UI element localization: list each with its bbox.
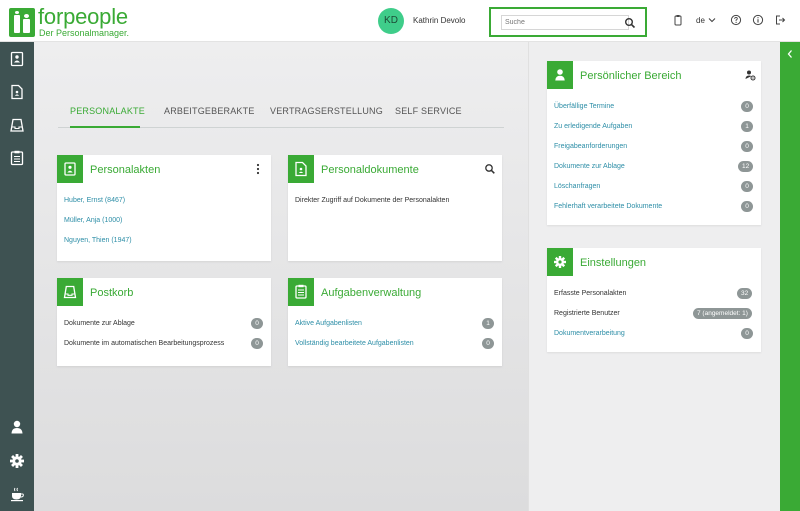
document-icon[interactable] [8,83,26,101]
tab-self-service[interactable]: SELF SERVICE [395,106,462,128]
count-badge: 1 [741,121,753,132]
personnel-record-link[interactable]: Nguyen, Thien (1947) [64,237,132,244]
personal-area-item[interactable]: Zu erledigende Aufgaben [554,123,632,130]
settings-card: Einstellungen Erfasste Personalakten 32 … [547,248,761,352]
card-title: Aufgabenverwaltung [321,287,422,299]
sidebar [0,42,34,511]
gear-icon[interactable] [8,452,26,470]
personal-area-item[interactable]: Löschanfragen [554,183,600,190]
card-header: Personalakten [57,155,271,183]
personnel-file-icon[interactable] [8,50,26,68]
avatar[interactable]: KD [378,8,404,34]
card-header: Personaldokumente [288,155,502,183]
personal-area-item[interactable]: Überfällige Termine [554,103,614,110]
card-title: Personalakten [90,164,161,176]
list-item-label[interactable]: Dokumente zur Ablage [64,320,135,327]
brand-tagline: Der Personalmanager. [39,28,130,38]
personnel-file-icon [57,155,83,183]
header: forpeople Der Personalmanager. KD Kathri… [0,0,800,42]
inbox-icon [57,278,83,306]
count-badge: 0 [741,141,753,152]
info-icon[interactable] [752,14,764,26]
settings-item: Registrierte Benutzer [554,310,620,317]
list-item-label[interactable]: Dokumente im automatischen Bearbeitungsp… [64,340,224,347]
main-content: PERSONALAKTE ARBEITGEBERAKTE VERTRAGSERS… [34,42,528,511]
count-badge: 0 [741,181,753,192]
help-icon[interactable] [730,14,742,26]
app-window: forpeople Der Personalmanager. KD Kathri… [0,0,800,511]
personal-area-item[interactable]: Freigabeanforderungen [554,143,627,150]
count-badge: 0 [251,338,263,349]
brand-name: forpeople [38,4,128,29]
card-header: Persönlicher Bereich [547,61,761,89]
card-header: Einstellungen [547,248,761,276]
language-selector[interactable]: de [696,16,705,25]
card-title: Postkorb [90,287,134,299]
search-icon[interactable] [624,17,636,29]
tab-vertragserstellung[interactable]: VERTRAGSERSTELLUNG [270,106,383,128]
clipboard-icon[interactable] [672,14,684,26]
chevron-down-icon[interactable] [707,15,719,27]
gear-icon [547,248,573,276]
personnel-record-link[interactable]: Huber, Ernst (8467) [64,197,125,204]
right-panel: Persönlicher Bereich Überfällige Termine… [528,42,780,511]
count-badge: 32 [737,288,753,299]
more-options-icon[interactable] [253,163,263,175]
search-icon[interactable] [484,163,496,175]
count-badge: 7 (angemeldet: 1) [693,308,752,319]
card-title: Persönlicher Bereich [580,70,682,82]
card-description: Direkter Zugriff auf Dokumente der Perso… [295,197,450,204]
count-badge: 0 [251,318,263,329]
inbox-icon[interactable] [8,116,26,134]
personaldokumente-card: Personaldokumente Direkter Zugriff auf D… [288,155,502,261]
settings-item: Erfasste Personalakten [554,290,627,297]
count-badge: 0 [741,201,753,212]
tab-arbeitgeberakte[interactable]: ARBEITGEBERAKTE [164,106,255,128]
card-title: Einstellungen [580,257,647,269]
task-list-icon [288,278,314,306]
panel-toggle-strip[interactable] [780,42,800,511]
personal-area-item[interactable]: Fehlerhaft verarbeitete Dokumente [554,203,662,210]
logo-mark-icon [9,8,35,37]
count-badge: 0 [741,101,753,112]
card-title: Personaldokumente [321,164,419,176]
chevron-left-icon[interactable] [786,49,794,59]
count-badge: 0 [741,328,753,339]
aufgabenverwaltung-card: Aufgabenverwaltung Aktive Aufgabenlisten… [288,278,502,366]
list-item-link[interactable]: Vollständig bearbeitete Aufgabenlisten [295,340,414,347]
personal-area-item[interactable]: Dokumente zur Ablage [554,163,625,170]
card-header: Postkorb [57,278,271,306]
personalakten-card: Personalakten Huber, Ernst (8467) Müller… [57,155,271,261]
document-icon [288,155,314,183]
tab-bar: PERSONALAKTE ARBEITGEBERAKTE VERTRAGSERS… [58,106,504,128]
personal-area-card: Persönlicher Bereich Überfällige Termine… [547,61,761,225]
task-list-icon[interactable] [8,149,26,167]
search-input[interactable] [501,15,629,30]
coffee-icon[interactable] [8,485,26,503]
count-badge: 1 [482,318,494,329]
list-item-link[interactable]: Aktive Aufgabenlisten [295,320,362,327]
user-icon[interactable] [8,418,26,436]
user-icon [547,61,573,89]
count-badge: 12 [738,161,754,172]
count-badge: 0 [482,338,494,349]
user-settings-icon[interactable] [744,69,756,81]
personnel-record-link[interactable]: Müller, Anja (1000) [64,217,122,224]
search-box [489,7,647,37]
settings-item-link[interactable]: Dokumentverarbeitung [554,330,625,337]
card-header: Aufgabenverwaltung [288,278,502,306]
tab-personalakte[interactable]: PERSONALAKTE [70,106,145,128]
logout-icon[interactable] [774,14,786,26]
user-name[interactable]: Kathrin Devolo [413,16,465,25]
postkorb-card: Postkorb Dokumente zur Ablage 0 Dokument… [57,278,271,366]
